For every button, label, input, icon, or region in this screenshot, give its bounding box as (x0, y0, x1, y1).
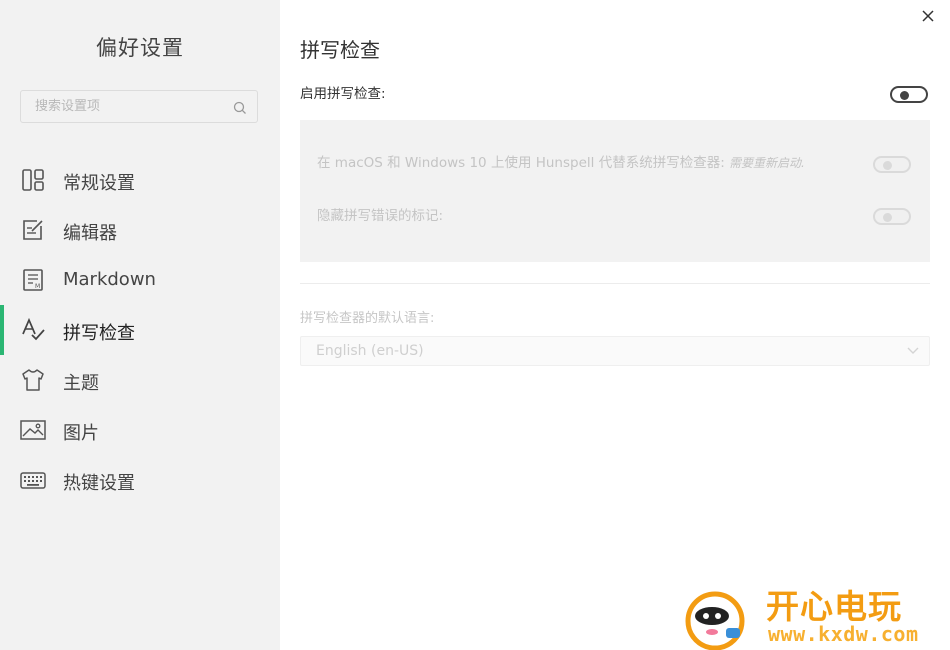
spellcheck-options-panel: 在 macOS 和 Windows 10 上使用 Hunspell 代替系统拼写… (300, 120, 930, 262)
sidebar-item-label: 图片 (63, 423, 99, 444)
watermark-url: www.kxdw.com (768, 622, 919, 646)
image-icon (20, 420, 46, 440)
default-language-label: 拼写检查器的默认语言: (300, 311, 435, 326)
sidebar-item-label: 主题 (63, 373, 99, 394)
enable-spellcheck-toggle[interactable] (890, 86, 928, 103)
sidebar-item-label: 热键设置 (63, 473, 135, 494)
close-icon[interactable] (920, 8, 936, 24)
watermark: 开心电玩 www.kxdw.com (680, 580, 950, 650)
theme-shirt-icon (22, 369, 44, 391)
sidebar-item-hotkeys[interactable]: 热键设置 (0, 458, 280, 502)
search-input[interactable] (21, 91, 235, 122)
sidebar-item-theme[interactable]: 主题 (0, 358, 280, 402)
markdown-icon: M (23, 269, 43, 291)
default-language-value: English (en-US) (316, 343, 424, 359)
hide-marks-toggle[interactable] (873, 208, 911, 225)
sidebar-item-spellcheck[interactable]: 拼写检查 (0, 308, 280, 352)
keyboard-icon (20, 472, 46, 489)
sidebar-item-label: 常规设置 (63, 173, 135, 194)
toggle-knob (883, 212, 892, 222)
sidebar-item-editor[interactable]: 编辑器 (0, 208, 280, 252)
sidebar-title: 偏好设置 (96, 36, 184, 60)
hunspell-option-label: 在 macOS 和 Windows 10 上使用 Hunspell 代替系统拼写… (317, 151, 805, 171)
sidebar-item-label: 拼写检查 (63, 323, 135, 344)
editor-icon (23, 220, 43, 240)
sidebar-item-label: 编辑器 (63, 223, 117, 244)
hunspell-option-text: 在 macOS 和 Windows 10 上使用 Hunspell 代替系统拼写… (317, 155, 725, 171)
watermark-logo-icon (685, 591, 745, 650)
enable-spellcheck-label: 启用拼写检查: (300, 86, 386, 102)
divider (300, 283, 930, 284)
sidebar-item-general[interactable]: 常规设置 (0, 158, 280, 202)
toggle-knob (883, 160, 892, 170)
sidebar: 偏好设置 常规设置 编辑器 M M (0, 0, 280, 650)
search-box (20, 90, 258, 123)
main-panel: 拼写检查 启用拼写检查: 在 macOS 和 Windows 10 上使用 Hu… (280, 0, 950, 650)
hide-marks-option-label: 隐藏拼写错误的标记: (317, 208, 444, 224)
svg-text:M: M (35, 283, 40, 290)
default-language-select[interactable]: English (en-US) (300, 336, 930, 366)
search-icon[interactable] (233, 101, 247, 115)
spellcheck-icon (22, 317, 45, 341)
hunspell-toggle[interactable] (873, 156, 911, 173)
sidebar-item-image[interactable]: 图片 (0, 408, 280, 452)
chevron-down-icon (907, 347, 919, 354)
toggle-knob (900, 90, 909, 100)
restart-note: 需要重新启动. (729, 156, 805, 170)
watermark-text: 开心电玩 (766, 587, 902, 626)
sidebar-item-label: Markdown (63, 269, 156, 290)
page-title: 拼写检查 (300, 38, 380, 62)
general-settings-icon (22, 169, 44, 191)
sidebar-item-markdown[interactable]: M Markdown (0, 258, 280, 302)
